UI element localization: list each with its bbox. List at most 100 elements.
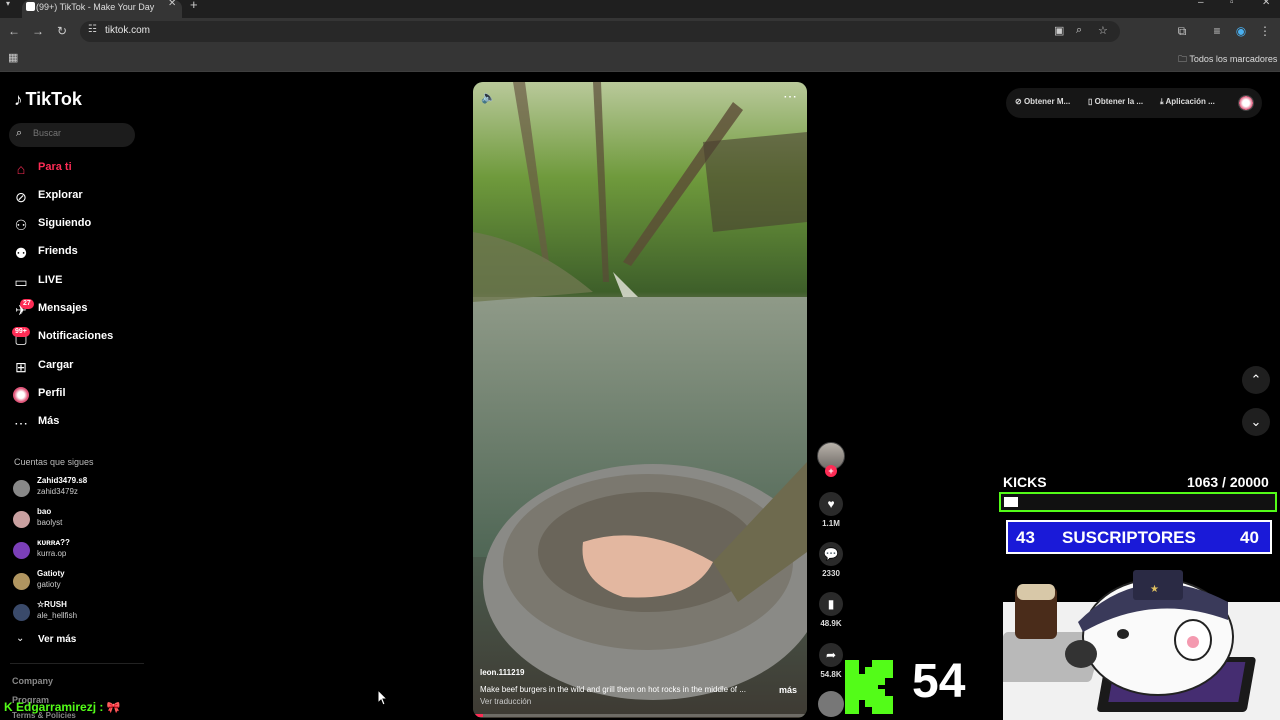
video-progress-fill (473, 714, 484, 717)
get-coins-button[interactable]: ⊘ Obtener M... (1015, 97, 1070, 106)
account-username: zahid3479z (37, 487, 78, 496)
follow-plus-button[interactable]: + (825, 465, 837, 477)
video-progress-bar[interactable] (473, 714, 807, 717)
live-icon: ▭ (14, 274, 28, 290)
following-account[interactable]: Gatioty gatioty (13, 569, 143, 595)
profile-avatar[interactable] (1238, 95, 1254, 111)
video-options-icon[interactable]: ⋯ (783, 88, 797, 105)
footer-company-link[interactable]: Company (12, 676, 53, 686)
search-box[interactable]: ⌕ (9, 123, 135, 147)
account-name: bao (37, 507, 52, 516)
nav-label: Más (38, 415, 60, 427)
account-username: baolyst (37, 518, 63, 527)
translate-link[interactable]: Ver traducción (480, 697, 531, 706)
music-disc-icon[interactable] (818, 691, 844, 717)
previous-video-button[interactable]: ⌃ (1242, 366, 1270, 394)
following-account[interactable]: ☆RUSH ale_hellfish (13, 600, 143, 626)
kicks-goal-count: 1063 / 20000 (1187, 474, 1269, 490)
video-description: Make beef burgers in the wild and grill … (480, 685, 746, 694)
bookmarks-bar: ▦ 🗀 Todos los marcadores (0, 44, 1280, 72)
account-name: Gatioty (37, 569, 65, 578)
friends-icon: ⚉ (14, 245, 28, 261)
nav-label: Friends (38, 245, 78, 257)
tab-search-icon[interactable]: ▾ (6, 0, 10, 8)
get-app-label: Obtener la ... (1094, 97, 1144, 106)
nav-item-cargar[interactable]: ⊞ Cargar (12, 356, 152, 378)
browser-menu-icon[interactable]: ⋮ (1257, 23, 1273, 39)
forward-icon[interactable]: → (30, 23, 46, 39)
see-more-button[interactable]: ⌄ Ver más (16, 633, 136, 649)
subscribers-goal: 40 (1240, 528, 1259, 547)
video-player[interactable]: 🔈 ⋯ leon.111219 Make beef burgers in the… (473, 82, 807, 718)
video-author[interactable]: leon.111219 (480, 668, 524, 677)
browser-tab[interactable]: (99+) TikTok - Make Your Day (22, 0, 182, 18)
tab-close-icon[interactable]: ✕ (168, 0, 176, 9)
notifications-badge: 99+ (12, 327, 30, 337)
chevron-down-icon: ⌄ (16, 633, 25, 644)
kicks-progress-bar (999, 492, 1277, 512)
minimize-icon[interactable]: – (1198, 0, 1204, 8)
nav-item-perfil[interactable]: Perfil (12, 384, 152, 406)
chevron-down-icon: ⌄ (1250, 414, 1262, 429)
account-username: ale_hellfish (37, 611, 78, 620)
tab-title: (99+) TikTok - Make Your Day (36, 2, 155, 12)
heart-icon[interactable]: ♥ (819, 492, 843, 516)
search-input[interactable] (33, 128, 129, 138)
site-settings-icon[interactable]: ☷ (88, 24, 97, 35)
following-account[interactable]: Zahid3479.s8 zahid3479z (13, 476, 143, 502)
svg-text:★: ★ (1150, 584, 1159, 595)
zoom-icon[interactable]: ⌕ (1076, 24, 1082, 37)
nav-item-siguiendo[interactable]: ⚇ Siguiendo (12, 214, 152, 236)
chat-username-text: Edgarramirezj : (16, 700, 104, 714)
get-app-button[interactable]: ▯ Obtener la ... (1088, 97, 1143, 106)
share-icon[interactable]: ➦ (819, 643, 843, 667)
reload-icon[interactable]: ↻ (54, 23, 70, 39)
nav-item-mensajes[interactable]: ✈ 27 Mensajes (12, 299, 152, 321)
see-more-label: Ver más (38, 634, 77, 645)
description-more-link[interactable]: más (779, 685, 797, 695)
search-icon[interactable]: ⌕ (16, 127, 22, 140)
url-text[interactable]: tiktok.com (105, 25, 150, 36)
nav-label: Mensajes (38, 302, 88, 314)
kick-counter: 54 (912, 655, 966, 708)
following-account[interactable]: ĸᴜʀʀᴀ?? kurra.op (13, 538, 143, 564)
nav-item-mas[interactable]: ⋯ Más (12, 412, 152, 434)
nav-item-para-ti[interactable]: ⌂ Para ti (12, 158, 152, 180)
nav-item-explorar[interactable]: ⊘ Explorar (12, 186, 152, 208)
home-icon: ⌂ (16, 161, 26, 177)
back-icon[interactable]: ← (6, 23, 22, 39)
streamer-mascot-image: ★ (1003, 570, 1280, 720)
account-name: ☆RUSH (37, 600, 67, 609)
nav-item-live[interactable]: ▭ LIVE (12, 271, 152, 293)
extensions-icon[interactable]: ⧉ (1174, 23, 1190, 39)
mouse-cursor-icon (378, 690, 388, 706)
apps-grid-icon[interactable]: ▦ (8, 51, 18, 64)
window-close-icon[interactable]: ✕ (1262, 0, 1270, 8)
volume-icon[interactable]: 🔈 (481, 90, 496, 104)
desktop-app-button[interactable]: ⤓ Aplicación ... (1160, 97, 1215, 107)
nav-label: Notificaciones (38, 330, 114, 342)
bookmark-star-icon[interactable]: ☆ (1098, 24, 1108, 37)
new-tab-icon[interactable]: + (190, 0, 198, 12)
logo-text: TikTok (25, 89, 82, 109)
nav-item-notificaciones[interactable]: ▢ 99+ Notificaciones (12, 327, 152, 349)
comment-icon[interactable]: 💬 (819, 542, 843, 566)
install-app-icon[interactable]: ▣ (1054, 24, 1064, 37)
chat-username: K Edgarramirezj : 🎀 (4, 700, 120, 714)
subscribers-label: SUSCRIPTORES (1062, 528, 1196, 547)
next-video-button[interactable]: ⌄ (1242, 408, 1270, 436)
bookmark-icon[interactable]: ▮ (819, 592, 843, 616)
tiktok-logo[interactable]: ♪ TikTok (14, 89, 82, 110)
account-name: ĸᴜʀʀᴀ?? (37, 538, 70, 547)
all-bookmarks-folder[interactable]: 🗀 Todos los marcadores (1178, 52, 1277, 68)
profile-avatar-icon[interactable]: ◉ (1233, 23, 1249, 39)
compass-icon: ⊘ (15, 189, 27, 205)
nav-label: Cargar (38, 359, 74, 371)
media-control-icon[interactable]: ≡ (1209, 23, 1225, 39)
nav-label: LIVE (38, 274, 63, 286)
nav-item-friends[interactable]: ⚉ Friends (12, 242, 152, 264)
maximize-icon[interactable]: ▫ (1230, 0, 1234, 8)
address-bar[interactable]: ☷ tiktok.com ☆ ⌕ ▣ (80, 21, 1120, 42)
following-account[interactable]: bao baolyst (13, 507, 143, 533)
kicks-progress-fill (1004, 497, 1019, 507)
